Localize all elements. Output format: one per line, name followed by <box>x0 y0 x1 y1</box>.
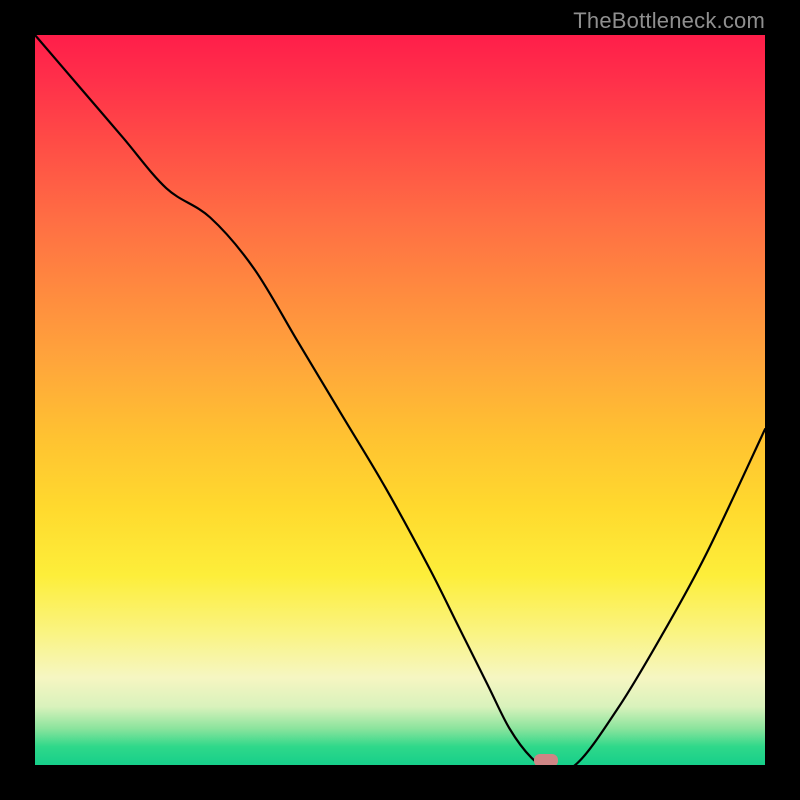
bottleneck-curve <box>35 35 765 765</box>
chart-frame: TheBottleneck.com <box>0 0 800 800</box>
plot-svg <box>35 35 765 765</box>
optimum-marker <box>534 754 558 765</box>
plot-area <box>35 35 765 765</box>
watermark-text: TheBottleneck.com <box>573 8 765 34</box>
